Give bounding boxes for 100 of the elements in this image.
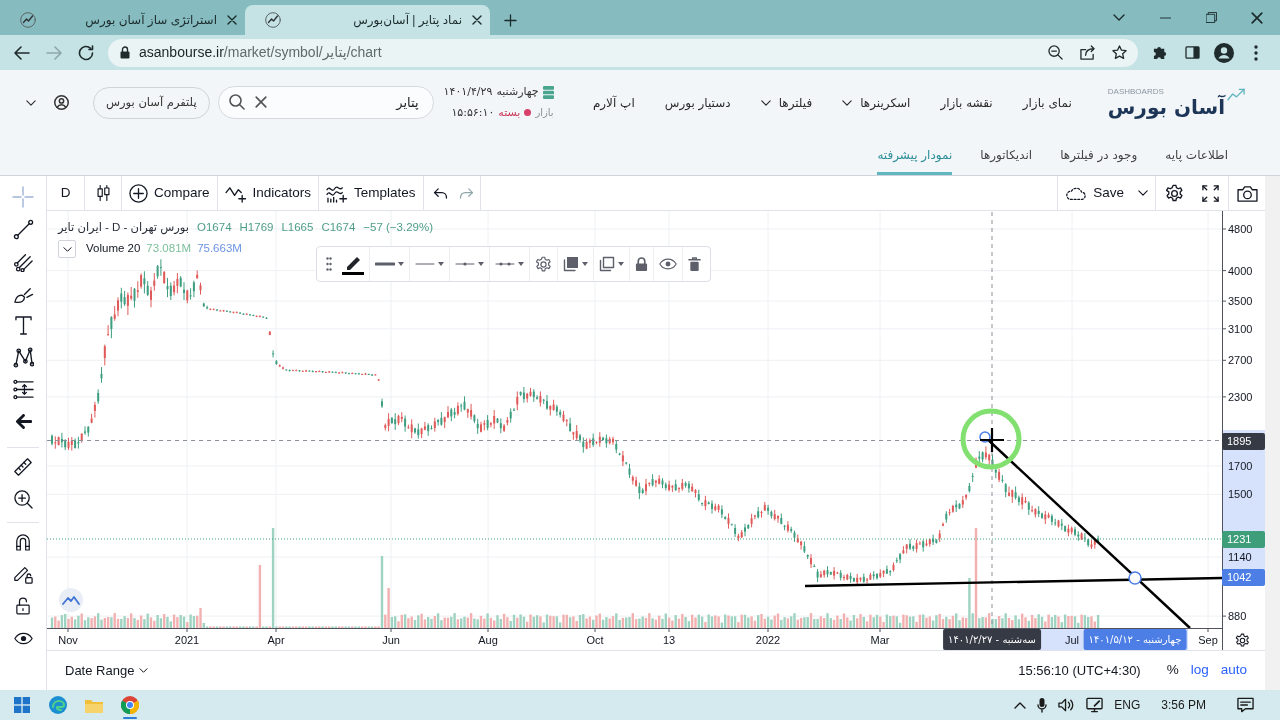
browser-tab[interactable]: استراتژی ساز آسان بورس [0,5,245,35]
chevron-up-icon[interactable] [1014,701,1027,709]
time-label: Nov [58,633,78,647]
close-icon[interactable] [227,15,237,25]
round-browser-icon[interactable] [121,696,139,714]
star-icon[interactable] [1111,45,1127,60]
nav-link[interactable]: اپ آلارم [592,93,635,112]
page-tab[interactable]: نمودار پیشرفته [877,135,953,175]
caret-icon [842,99,853,106]
scale-button[interactable]: auto [1214,660,1253,681]
price-label: 1500 [1228,487,1253,502]
taskbar-clock[interactable]: 3:56 PM [1161,696,1206,714]
arrow-left-icon[interactable] [14,413,32,429]
trend-line-icon[interactable] [12,218,34,240]
ohlc-value: L1665 [281,220,314,235]
share-icon[interactable] [1079,45,1095,60]
speaker-icon[interactable] [1058,698,1076,712]
camera-icon[interactable] [1236,184,1258,202]
language-indicator[interactable]: ENG [1114,696,1141,714]
fullscreen-icon[interactable] [1201,184,1219,202]
price-label: 1700 [1228,458,1253,473]
ruler-icon[interactable] [13,457,33,477]
price-badge: 1231 [1222,531,1265,548]
menu-icon[interactable] [1254,44,1258,61]
browser-tab[interactable]: نماد پتایر | آسان‌بورس [245,5,490,35]
settings-icon[interactable] [1235,633,1250,648]
nav-link[interactable]: دستیار بورس [664,93,731,112]
favicon-icon [20,12,36,28]
undo-icon[interactable] [433,187,449,199]
save-button[interactable]: Save [1058,176,1155,210]
nav-link[interactable]: نقشه بازار [940,93,993,112]
interval-button[interactable]: D [47,176,84,210]
projection-icon[interactable] [12,378,34,400]
scale-button[interactable]: log [1184,660,1215,681]
volume-label: Volume 20 [86,241,141,257]
time-label: 2022 [755,633,781,647]
favicon-icon [265,12,281,28]
zoom-in-icon[interactable] [13,489,33,509]
monitor-icon[interactable] [1086,697,1104,713]
plus-icon[interactable] [503,13,517,27]
ohlc-value: O1674 [197,220,232,235]
caret-icon [139,668,149,673]
price-label: 2700 [1228,353,1253,368]
price-label: 3500 [1228,294,1253,309]
logo-caption: DASHBOARDS [1107,88,1164,96]
page-tab[interactable]: وجود در فیلترها [1060,135,1138,175]
indicators-button[interactable]: Indicators [217,176,319,210]
settings-icon[interactable] [1164,183,1184,203]
platform-button[interactable]: پلتفرم آسان بورس [93,86,210,119]
puzzle-icon[interactable] [1152,45,1168,60]
nav-link[interactable]: اسکرینرها [842,93,911,112]
chevron-down-icon [62,246,72,252]
price-label: 2300 [1228,389,1253,404]
page-tab[interactable]: اطلاعات پایه [1165,135,1228,175]
page-tab[interactable]: اندیکاتورها [980,135,1033,175]
clear-icon[interactable] [254,96,267,108]
magnet-icon[interactable] [15,533,31,551]
profile-icon[interactable] [1214,42,1234,63]
pencil-lock-icon[interactable] [13,564,33,584]
collapse-button[interactable] [58,240,76,258]
zoom-out-icon[interactable] [1047,45,1063,60]
pattern-icon[interactable] [12,346,34,368]
ohlc-value: C1674 [321,220,356,235]
compare-button[interactable]: Compare [122,176,217,210]
time-label: Mar [870,633,890,647]
price-label: 1140 [1228,550,1252,565]
text-tool-icon[interactable] [14,315,32,335]
eye-icon[interactable] [13,631,33,645]
date-range-button[interactable]: Date Range [59,660,155,681]
chart-title: ایران تایر - D - بورس تهران [58,220,189,237]
logo-icon[interactable] [59,588,83,612]
start-icon[interactable] [14,697,30,713]
lock-open-icon[interactable] [16,597,30,615]
back-icon[interactable] [14,45,30,60]
chevron-down-icon[interactable] [26,99,36,106]
scale-button[interactable]: % [1160,660,1185,681]
restore-icon[interactable] [1205,12,1217,23]
page-scrollbar[interactable] [1265,176,1280,690]
browser-icon[interactable] [49,696,67,714]
templates-button[interactable]: Templates [319,176,423,210]
search-field[interactable]: پتایر [217,86,434,119]
logo-text: آسان بورس [1107,97,1225,117]
close-icon[interactable] [472,15,482,25]
user-icon[interactable] [54,95,69,110]
search-icon[interactable] [228,94,245,110]
reload-icon[interactable] [78,44,94,61]
caret-icon [760,99,771,106]
side-panel-icon[interactable] [1184,46,1200,59]
market-day: چهارشنبه [496,84,539,101]
microphone-icon[interactable] [1037,697,1048,713]
time-label: Oct [586,633,604,647]
candles-icon[interactable] [95,184,111,202]
drag-handle[interactable] [1128,571,1142,585]
price-label: 4800 [1228,222,1253,236]
close-icon[interactable] [1251,11,1263,24]
plus-circle-icon [129,183,148,203]
nav-link[interactable]: فیلترها [760,93,813,112]
notification-icon[interactable] [1237,697,1254,713]
nav-link[interactable]: نمای بازار [1022,93,1072,112]
chevron-down-icon[interactable] [1113,14,1125,21]
